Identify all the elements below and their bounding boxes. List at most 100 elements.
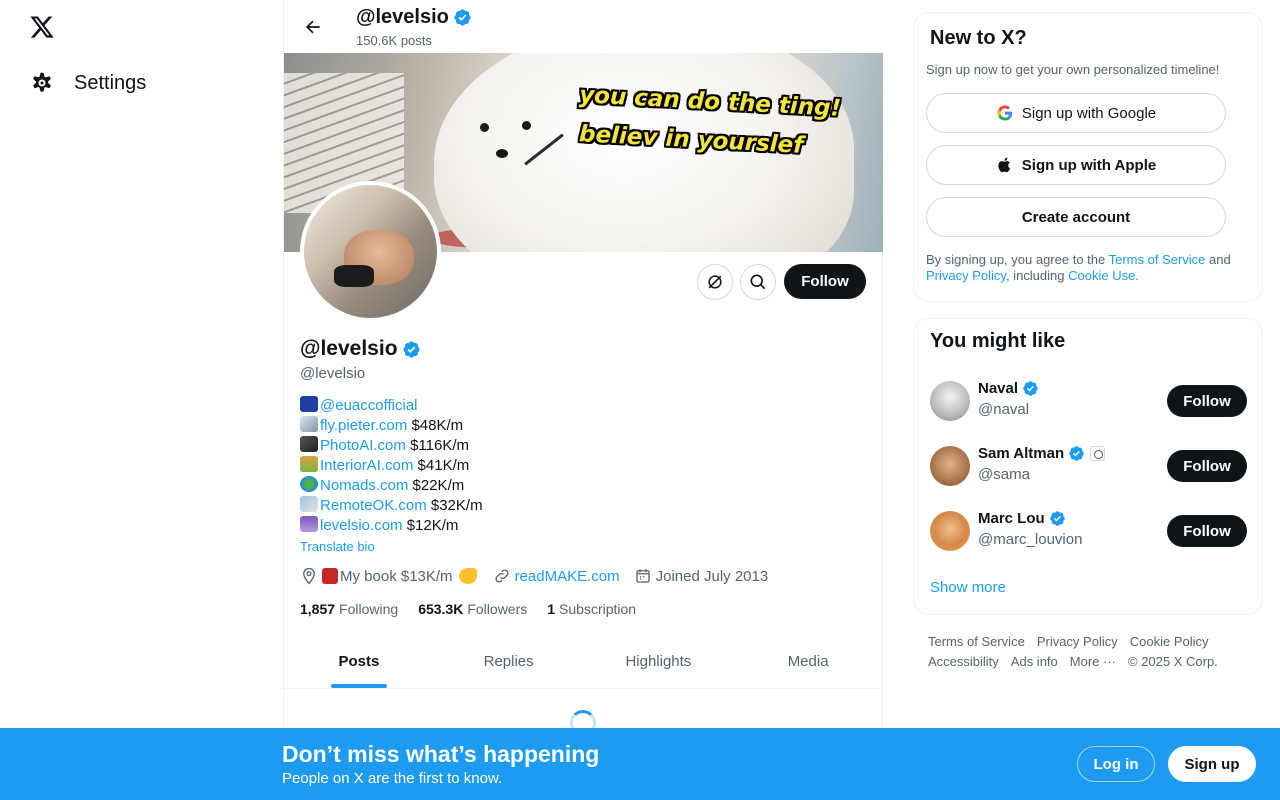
signup-card: New to X? Sign up now to get your own pe… [913,12,1263,302]
subscription-stat[interactable]: 1 Subscription [547,601,636,617]
verified-badge-icon [1069,446,1084,461]
suggestion-item[interactable]: Naval @naval Follow [930,379,1248,423]
tab-replies[interactable]: Replies [434,635,584,688]
suggestion-name: Naval [978,380,1039,397]
grok-icon [708,275,722,289]
footer-accessibility-link[interactable]: Accessibility [928,654,999,669]
footer-copyright: © 2025 X Corp. [1128,654,1218,669]
footer-ads-link[interactable]: Ads info [1011,654,1058,669]
verified-badge-icon [454,9,471,26]
google-icon [997,105,1013,121]
avatar[interactable] [930,511,970,551]
header-post-count: 150.6K posts [356,33,432,48]
follow-sama-button[interactable]: Follow [1167,450,1247,482]
profile-tabs: Posts Replies Highlights Media [284,635,883,689]
signup-apple-button[interactable]: Sign up with Apple [926,145,1226,185]
login-button[interactable]: Log in [1077,746,1155,782]
profile-bio: @euaccofficial fly.pieter.com $48K/m Pho… [300,396,483,536]
bio-link[interactable]: levelsio.com [320,517,403,534]
bio-value: $22K/m [412,477,465,494]
meta-location-text: My book $13K/m [340,567,453,585]
bio-link[interactable]: RemoteOK.com [320,497,427,514]
signup-title: New to X? [930,27,1027,49]
footer-cookie-link[interactable]: Cookie Policy [1130,634,1209,649]
bio-line: levelsio.com $12K/m [300,516,483,536]
website-link[interactable]: readMAKE.com [515,568,620,585]
tab-posts[interactable]: Posts [284,635,434,688]
openai-affiliate-icon [1090,446,1106,461]
tab-media[interactable]: Media [733,635,883,688]
terms-link[interactable]: Terms of Service [1109,252,1206,267]
followers-label: Followers [467,601,528,617]
search-profile-button[interactable] [740,264,776,300]
suggestion-name: Marc Lou [978,510,1066,527]
grok-analyze-button[interactable] [697,264,733,300]
tab-highlights[interactable]: Highlights [584,635,734,688]
following-stat[interactable]: 1,857 Following [300,601,398,617]
banner-dog-nose [496,149,508,158]
cookie-link[interactable]: Cookie Use. [1068,268,1139,283]
signup-google-label: Sign up with Google [1021,104,1157,122]
suggestion-name: Sam Altman [978,445,1106,462]
bio-link[interactable]: fly.pieter.com [320,417,407,434]
bio-value: $12K/m [406,517,459,534]
signup-google-button[interactable]: Sign up with Google [926,93,1226,133]
avatar[interactable] [930,446,970,486]
banner-title: Don’t miss what’s happening [282,741,600,767]
banner-dog-eye [480,123,489,132]
suggestion-handle: @sama [978,466,1030,483]
main-column: @levelsio 150.6K posts you can do the ti… [283,0,883,800]
legal-prefix: By signing up, you agree to the [926,252,1109,267]
eu-flag-icon [300,396,318,412]
link-icon [495,569,509,583]
location-pin-icon [303,567,315,585]
meta-website: readMAKE.com [493,567,620,585]
suggestion-item[interactable]: Sam Altman @sama Follow [930,444,1248,488]
bio-link[interactable]: @euaccofficial [320,397,418,414]
followers-count: 653.3K [418,601,464,617]
meta-location: My book $13K/m [300,567,479,585]
follow-marc-button[interactable]: Follow [1167,515,1247,547]
bio-value: $41K/m [417,457,470,474]
legal-and: and [1205,252,1231,267]
translate-bio-link[interactable]: Translate bio [300,539,375,554]
bio-link[interactable]: PhotoAI.com [320,437,406,454]
header-name: @levelsio [356,6,472,29]
profile-stats: 1,857 Following 653.3K Followers 1 Subscrip… [300,601,656,617]
create-account-button[interactable]: Create account [926,197,1226,237]
who-to-follow-card: You might like Naval @naval Follow Sam A… [913,318,1263,615]
header-name-text: @levelsio [356,6,449,28]
suggestion-name-text: Sam Altman [978,445,1065,462]
camera-icon [300,436,318,452]
bio-value: $116K/m [410,437,469,454]
show-more-link[interactable]: Show more [930,579,1006,596]
footer-more-link[interactable]: More ··· [1070,654,1116,669]
follow-button[interactable]: Follow [784,264,866,299]
follow-naval-button[interactable]: Follow [1167,385,1247,417]
bio-link[interactable]: InteriorAI.com [320,457,413,474]
x-logo-icon[interactable] [29,14,55,40]
suggestion-handle: @naval [978,401,1030,418]
followers-stat[interactable]: 653.3K Followers [418,601,527,617]
nav-settings[interactable]: Settings [20,63,156,103]
profile-meta: My book $13K/m readMAKE.com Joined July … [300,567,782,585]
arrow-left-icon [305,20,320,34]
bio-value: $48K/m [411,417,464,434]
avatar[interactable] [930,381,970,421]
suggestion-item[interactable]: Marc Lou @marc_louvion Follow [930,509,1248,553]
signup-button[interactable]: Sign up [1168,746,1256,782]
profile-avatar[interactable] [300,181,441,322]
signup-legal-text: By signing up, you agree to the Terms of… [926,252,1251,284]
footer-terms-link[interactable]: Terms of Service [928,634,1025,649]
footer-links: Terms of Service Privacy Policy Cookie Pol… [928,632,1258,672]
verified-badge-icon [1023,381,1038,396]
footer-privacy-link[interactable]: Privacy Policy [1037,634,1118,649]
banner-dog-eye [522,121,531,130]
nav-settings-label: Settings [74,71,147,94]
suggestion-name-text: Marc Lou [978,510,1045,527]
back-button[interactable] [296,10,330,44]
bio-line: Nomads.com $22K/m [300,476,483,496]
gear-icon [33,72,51,92]
privacy-link[interactable]: Privacy Policy [926,268,1006,283]
bio-link[interactable]: Nomads.com [320,477,408,494]
